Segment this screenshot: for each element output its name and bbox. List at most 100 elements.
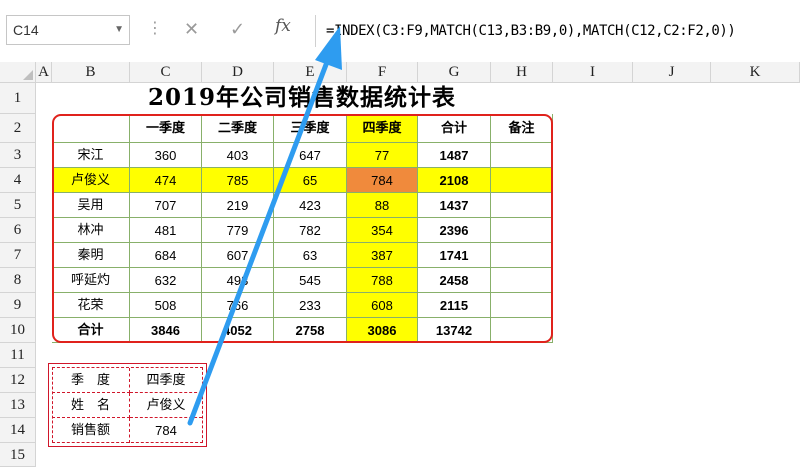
row-header-15[interactable]: 15 [0,443,36,467]
table-name-cell[interactable]: 林冲 [52,218,130,243]
table-value-cell[interactable]: 354 [347,218,418,243]
table-value-cell[interactable]: 63 [274,243,347,268]
table-value-cell[interactable]: 707 [130,193,202,218]
table-total-value[interactable]: 3086 [347,318,418,343]
table-name-cell[interactable]: 卢俊义 [52,168,130,193]
table-value-cell[interactable]: 779 [202,218,274,243]
row-header-3[interactable]: 3 [0,143,36,168]
table-value-cell[interactable]: 403 [202,143,274,168]
column-header-g[interactable]: G [418,62,491,83]
enter-icon[interactable]: ✓ [230,18,245,42]
table-value-cell[interactable]: 88 [347,193,418,218]
table-total-value[interactable]: 2758 [274,318,347,343]
column-header-i[interactable]: I [553,62,633,83]
row-header-7[interactable]: 7 [0,243,36,268]
select-all-button[interactable] [0,62,36,83]
column-header-f[interactable]: F [347,62,418,83]
table-value-cell[interactable]: 474 [130,168,202,193]
table-total-cell[interactable]: 1437 [418,193,491,218]
table-total-cell[interactable]: 1741 [418,243,491,268]
row-header-2[interactable]: 2 [0,114,36,143]
drag-handle-icon[interactable]: ⋮ [147,18,163,38]
table-note-cell[interactable] [491,293,553,318]
table-note-cell[interactable] [491,143,553,168]
table-value-cell[interactable]: 782 [274,218,347,243]
table-value-cell[interactable]: 387 [347,243,418,268]
column-header-a[interactable]: A [36,62,52,83]
table-value-cell[interactable]: 493 [202,268,274,293]
table-total-value[interactable]: 4052 [202,318,274,343]
cancel-icon[interactable]: ✕ [184,18,199,42]
column-header-h[interactable]: H [491,62,553,83]
table-value-cell[interactable]: 766 [202,293,274,318]
column-header-j[interactable]: J [633,62,711,83]
table-name-cell[interactable]: 秦明 [52,243,130,268]
table-value-cell[interactable]: 632 [130,268,202,293]
table-name-cell[interactable]: 吴用 [52,193,130,218]
table-note-cell[interactable] [491,218,553,243]
table-name-cell[interactable]: 呼延灼 [52,268,130,293]
table-value-cell[interactable]: 77 [347,143,418,168]
table-note-cell[interactable] [491,268,553,293]
table-header-cell[interactable]: 合计 [418,114,491,143]
table-total-label[interactable]: 合计 [52,318,130,343]
table-total-cell[interactable]: 1487 [418,143,491,168]
row-header-9[interactable]: 9 [0,293,36,318]
column-header-b[interactable]: B [52,62,130,83]
row-header-1[interactable]: 1 [0,83,36,114]
table-value-cell[interactable]: 423 [274,193,347,218]
row-header-12[interactable]: 12 [0,368,36,393]
table-total-value[interactable]: 3846 [130,318,202,343]
row-header-8[interactable]: 8 [0,268,36,293]
table-total-cell[interactable]: 2108 [418,168,491,193]
table-value-cell[interactable]: 360 [130,143,202,168]
table-value-cell[interactable]: 508 [130,293,202,318]
table-total-cell[interactable]: 2115 [418,293,491,318]
formula-input[interactable]: =INDEX(C3:F9,MATCH(C13,B3:B9,0),MATCH(C1… [315,15,800,47]
table-name-cell[interactable]: 花荣 [52,293,130,318]
table-header-cell[interactable]: 一季度 [130,114,202,143]
row-header-5[interactable]: 5 [0,193,36,218]
table-value-cell[interactable]: 233 [274,293,347,318]
table-header-cell[interactable]: 二季度 [202,114,274,143]
table-total-cell[interactable]: 2396 [418,218,491,243]
row-header-4[interactable]: 4 [0,168,36,193]
table-note-cell[interactable] [491,168,553,193]
table-value-cell[interactable]: 647 [274,143,347,168]
row-header-13[interactable]: 13 [0,393,36,418]
table-value-cell[interactable]: 608 [347,293,418,318]
lookup-value[interactable]: 784 [130,418,202,443]
column-header-c[interactable]: C [130,62,202,83]
table-value-cell[interactable]: 219 [202,193,274,218]
table-name-cell[interactable]: 宋江 [52,143,130,168]
table-value-cell[interactable]: 607 [202,243,274,268]
table-header-cell[interactable] [52,114,130,143]
lookup-value[interactable]: 四季度 [130,368,202,393]
table-header-cell[interactable]: 四季度 [347,114,418,143]
table-header-cell[interactable]: 三季度 [274,114,347,143]
table-total-cell[interactable]: 2458 [418,268,491,293]
table-value-cell[interactable]: 684 [130,243,202,268]
table-note-cell[interactable] [491,243,553,268]
table-note-cell[interactable] [491,318,553,343]
insert-function-icon[interactable]: fx [275,16,291,36]
column-header-k[interactable]: K [711,62,800,83]
row-header-14[interactable]: 14 [0,418,36,443]
table-value-cell[interactable]: 481 [130,218,202,243]
table-note-cell[interactable] [491,193,553,218]
table-value-cell[interactable]: 65 [274,168,347,193]
name-box[interactable]: C14 ▼ [6,15,130,45]
table-grand-total[interactable]: 13742 [418,318,491,343]
column-header-e[interactable]: E [274,62,347,83]
table-value-cell[interactable]: 788 [347,268,418,293]
row-header-6[interactable]: 6 [0,218,36,243]
column-header-d[interactable]: D [202,62,274,83]
row-header-11[interactable]: 11 [0,343,36,368]
lookup-value[interactable]: 卢俊义 [130,393,202,418]
row-header-10[interactable]: 10 [0,318,36,343]
table-value-cell[interactable]: 784 [347,168,418,193]
table-value-cell[interactable]: 785 [202,168,274,193]
chevron-down-icon[interactable]: ▼ [114,16,124,44]
table-value-cell[interactable]: 545 [274,268,347,293]
table-header-cell[interactable]: 备注 [491,114,553,143]
